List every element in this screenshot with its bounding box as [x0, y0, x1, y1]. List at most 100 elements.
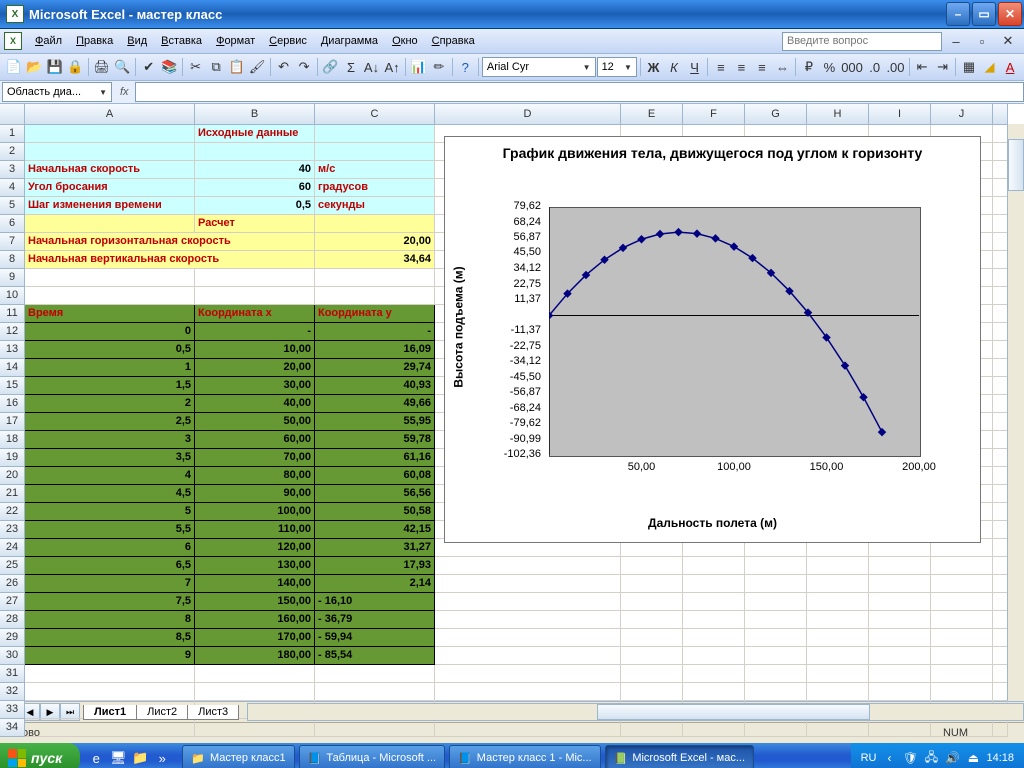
cell[interactable]	[869, 629, 931, 647]
cell[interactable]	[435, 611, 621, 629]
cell[interactable]	[683, 629, 745, 647]
row-header-9[interactable]: 9	[0, 269, 25, 287]
cell[interactable]: 150,00	[195, 593, 315, 611]
row-header-32[interactable]: 32	[0, 683, 25, 701]
cell[interactable]: 9	[25, 647, 195, 665]
cell[interactable]: 6	[25, 539, 195, 557]
cell[interactable]	[195, 143, 315, 161]
cell[interactable]	[435, 575, 621, 593]
cell[interactable]: 3,5	[25, 449, 195, 467]
row-header-27[interactable]: 27	[0, 593, 25, 611]
row-header-21[interactable]: 21	[0, 485, 25, 503]
menu-Вставка[interactable]: Вставка	[154, 33, 209, 49]
col-header-G[interactable]: G	[745, 104, 807, 125]
currency-icon[interactable]: ₽	[799, 55, 819, 79]
sheet-tab-Лист1[interactable]: Лист1	[83, 705, 137, 720]
cell[interactable]: м/с	[315, 161, 435, 179]
fx-icon[interactable]: fx	[114, 86, 135, 98]
cell[interactable]: 55,95	[315, 413, 435, 431]
paste-icon[interactable]: 📋	[227, 55, 247, 79]
cell[interactable]: 80,00	[195, 467, 315, 485]
cell[interactable]: Расчет	[195, 215, 315, 233]
cell[interactable]: 110,00	[195, 521, 315, 539]
italic-button[interactable]: К	[664, 55, 684, 79]
bold-button[interactable]: Ж	[644, 55, 664, 79]
format-painter-icon[interactable]: 🖌	[247, 55, 267, 79]
name-box[interactable]: Область диа...▼	[2, 82, 112, 102]
clock[interactable]: 14:18	[986, 752, 1014, 764]
cell[interactable]	[25, 665, 195, 683]
cell[interactable]: Координата x	[195, 305, 315, 323]
cell[interactable]	[435, 557, 621, 575]
cell[interactable]	[745, 575, 807, 593]
cell[interactable]: 17,93	[315, 557, 435, 575]
menu-Сервис[interactable]: Сервис	[262, 33, 314, 49]
cell[interactable]: 140,00	[195, 575, 315, 593]
cell[interactable]	[435, 647, 621, 665]
cell[interactable]: 60,08	[315, 467, 435, 485]
font-selector[interactable]: Arial Cyr▼	[482, 57, 596, 77]
cell[interactable]	[315, 143, 435, 161]
cell[interactable]	[807, 629, 869, 647]
worksheet[interactable]: ABCDEFGHIJ1Исходные данные23Начальная ск…	[0, 104, 1024, 701]
open-icon[interactable]: 📂	[25, 55, 45, 79]
cell[interactable]	[195, 665, 315, 683]
row-header-29[interactable]: 29	[0, 629, 25, 647]
cell[interactable]	[931, 557, 993, 575]
sheet-tab-Лист3[interactable]: Лист3	[187, 705, 239, 720]
embedded-chart[interactable]: График движения тела, движущегося под уг…	[444, 136, 981, 543]
cell[interactable]: 8	[25, 611, 195, 629]
row-header-24[interactable]: 24	[0, 539, 25, 557]
align-right-icon[interactable]: ≡	[752, 55, 772, 79]
cell[interactable]: Начальная скорость	[25, 161, 195, 179]
cell[interactable]	[25, 215, 195, 233]
row-header-22[interactable]: 22	[0, 503, 25, 521]
help-search-input[interactable]: Введите вопрос	[782, 32, 942, 51]
row-header-10[interactable]: 10	[0, 287, 25, 305]
cell[interactable]: 1	[25, 359, 195, 377]
cell[interactable]: 61,16	[315, 449, 435, 467]
merge-center-icon[interactable]: ⇔	[773, 55, 793, 79]
cell[interactable]: 56,56	[315, 485, 435, 503]
cell[interactable]	[807, 719, 869, 737]
cell[interactable]: 4,5	[25, 485, 195, 503]
row-header-16[interactable]: 16	[0, 395, 25, 413]
cell[interactable]	[435, 683, 621, 701]
cell[interactable]	[25, 719, 195, 737]
cell[interactable]: 5	[25, 503, 195, 521]
cell[interactable]	[621, 665, 683, 683]
inc-decimal-icon[interactable]: .0	[865, 55, 885, 79]
cell[interactable]: Угол бросания	[25, 179, 195, 197]
cell[interactable]: 60	[195, 179, 315, 197]
cell[interactable]: 160,00	[195, 611, 315, 629]
row-header-14[interactable]: 14	[0, 359, 25, 377]
dec-decimal-icon[interactable]: .00	[885, 55, 905, 79]
drawing-icon[interactable]: ✏	[429, 55, 449, 79]
cell[interactable]	[869, 611, 931, 629]
cell[interactable]: градусов	[315, 179, 435, 197]
cell[interactable]	[807, 575, 869, 593]
cell[interactable]: 2,5	[25, 413, 195, 431]
cell[interactable]: 0,5	[195, 197, 315, 215]
cell[interactable]: 4	[25, 467, 195, 485]
new-icon[interactable]: 📄	[4, 55, 24, 79]
cell[interactable]: 50,00	[195, 413, 315, 431]
cell[interactable]	[621, 575, 683, 593]
doc-icon[interactable]: X	[4, 32, 22, 50]
minimize-button[interactable]: –	[946, 2, 970, 26]
cut-icon[interactable]: ✂	[186, 55, 206, 79]
cell[interactable]	[683, 719, 745, 737]
cell[interactable]	[315, 665, 435, 683]
tray-network-icon[interactable]: 🖧	[923, 750, 939, 766]
select-all-cell[interactable]	[0, 104, 25, 125]
cell[interactable]: 180,00	[195, 647, 315, 665]
undo-icon[interactable]: ↶	[274, 55, 294, 79]
cell[interactable]: 5,5	[25, 521, 195, 539]
cell[interactable]: 20,00	[195, 359, 315, 377]
cell[interactable]: 40,93	[315, 377, 435, 395]
chart-wizard-icon[interactable]: 📊	[409, 55, 429, 79]
cell[interactable]: -	[195, 323, 315, 341]
cell[interactable]	[807, 593, 869, 611]
row-header-13[interactable]: 13	[0, 341, 25, 359]
cell[interactable]	[195, 719, 315, 737]
